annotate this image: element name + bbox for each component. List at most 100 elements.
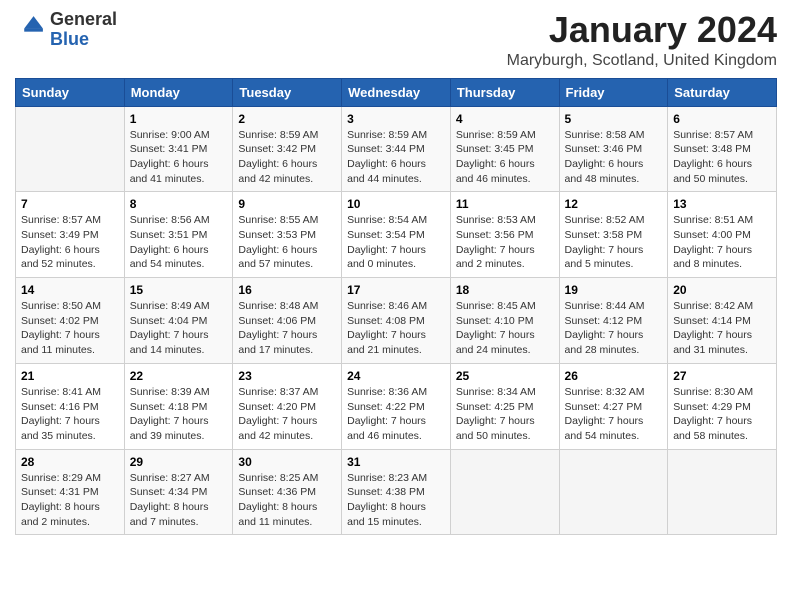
day-cell: 16 Sunrise: 8:48 AMSunset: 4:06 PMDayligh… [233, 278, 342, 364]
day-cell: 23Sunrise: 8:37 AMSunset: 4:20 PMDayligh… [233, 363, 342, 449]
day-number: 9 [238, 197, 336, 211]
day-cell: 1Sunrise: 9:00 AMSunset: 3:41 PMDaylight… [124, 106, 233, 192]
day-info: Sunrise: 8:34 AMSunset: 4:25 PMDaylight:… [456, 385, 554, 444]
day-cell: 26 Sunrise: 8:32 AMSunset: 4:27 PMDayligh… [559, 363, 668, 449]
day-info: Sunrise: 8:59 AMSunset: 3:42 PMDaylight:… [238, 128, 336, 187]
day-cell: 12 Sunrise: 8:52 AMSunset: 3:58 PMDayligh… [559, 192, 668, 278]
logo-icon [18, 13, 46, 41]
day-cell: 7 Sunrise: 8:57 AMSunset: 3:49 PMDaylight… [16, 192, 125, 278]
day-number: 15 [130, 283, 228, 297]
header-thursday: Thursday [450, 78, 559, 106]
day-number: 5 [565, 112, 663, 126]
day-number: 12 [565, 197, 663, 211]
day-info: Sunrise: 8:27 AMSunset: 4:34 PMDaylight:… [130, 471, 228, 530]
day-info: Sunrise: 8:23 AMSunset: 4:38 PMDaylight:… [347, 471, 445, 530]
day-number: 4 [456, 112, 554, 126]
header-wednesday: Wednesday [342, 78, 451, 106]
day-info: Sunrise: 8:55 AMSunset: 3:53 PMDaylight:… [238, 213, 336, 272]
day-cell [450, 449, 559, 535]
day-cell [559, 449, 668, 535]
day-info: Sunrise: 8:53 AMSunset: 3:56 PMDaylight:… [456, 213, 554, 272]
day-cell: 5 Sunrise: 8:58 AMSunset: 3:46 PMDaylight… [559, 106, 668, 192]
day-number: 29 [130, 455, 228, 469]
week-row-4: 21 Sunrise: 8:41 AMSunset: 4:16 PMDayligh… [16, 363, 777, 449]
day-info: Sunrise: 8:37 AMSunset: 4:20 PMDaylight:… [238, 385, 336, 444]
day-info: Sunrise: 8:57 AMSunset: 3:48 PMDaylight:… [673, 128, 771, 187]
day-number: 25 [456, 369, 554, 383]
day-cell: 14 Sunrise: 8:50 AMSunset: 4:02 PMDayligh… [16, 278, 125, 364]
day-info: Sunrise: 8:58 AMSunset: 3:46 PMDaylight:… [565, 128, 663, 187]
day-cell: 8Sunrise: 8:56 AMSunset: 3:51 PMDaylight… [124, 192, 233, 278]
day-info: Sunrise: 8:50 AMSunset: 4:02 PMDaylight:… [21, 299, 119, 358]
day-info: Sunrise: 8:48 AMSunset: 4:06 PMDaylight:… [238, 299, 336, 358]
day-info: Sunrise: 8:51 AMSunset: 4:00 PMDaylight:… [673, 213, 771, 272]
day-number: 17 [347, 283, 445, 297]
day-info: Sunrise: 8:32 AMSunset: 4:27 PMDaylight:… [565, 385, 663, 444]
week-row-5: 28Sunrise: 8:29 AMSunset: 4:31 PMDayligh… [16, 449, 777, 535]
day-number: 19 [565, 283, 663, 297]
day-number: 10 [347, 197, 445, 211]
day-number: 27 [673, 369, 771, 383]
day-number: 24 [347, 369, 445, 383]
day-info: Sunrise: 8:25 AMSunset: 4:36 PMDaylight:… [238, 471, 336, 530]
title-block: January 2024 Maryburgh, Scotland, United… [507, 10, 777, 70]
page-header: General Blue January 2024 Maryburgh, Sco… [15, 10, 777, 70]
day-cell: 21 Sunrise: 8:41 AMSunset: 4:16 PMDayligh… [16, 363, 125, 449]
day-cell: 6 Sunrise: 8:57 AMSunset: 3:48 PMDaylight… [668, 106, 777, 192]
day-info: Sunrise: 8:59 AMSunset: 3:44 PMDaylight:… [347, 128, 445, 187]
day-number: 1 [130, 112, 228, 126]
day-cell: 20Sunrise: 8:42 AMSunset: 4:14 PMDayligh… [668, 278, 777, 364]
day-cell: 28Sunrise: 8:29 AMSunset: 4:31 PMDayligh… [16, 449, 125, 535]
day-cell: 13 Sunrise: 8:51 AMSunset: 4:00 PMDayligh… [668, 192, 777, 278]
day-number: 6 [673, 112, 771, 126]
header-tuesday: Tuesday [233, 78, 342, 106]
day-number: 22 [130, 369, 228, 383]
day-number: 31 [347, 455, 445, 469]
calendar-body: 1Sunrise: 9:00 AMSunset: 3:41 PMDaylight… [16, 106, 777, 535]
day-number: 11 [456, 197, 554, 211]
day-number: 14 [21, 283, 119, 297]
day-cell: 29 Sunrise: 8:27 AMSunset: 4:34 PMDayligh… [124, 449, 233, 535]
day-cell: 22Sunrise: 8:39 AMSunset: 4:18 PMDayligh… [124, 363, 233, 449]
day-cell: 24 Sunrise: 8:36 AMSunset: 4:22 PMDayligh… [342, 363, 451, 449]
day-info: Sunrise: 8:41 AMSunset: 4:16 PMDaylight:… [21, 385, 119, 444]
header-friday: Friday [559, 78, 668, 106]
day-number: 30 [238, 455, 336, 469]
day-info: Sunrise: 8:54 AMSunset: 3:54 PMDaylight:… [347, 213, 445, 272]
day-info: Sunrise: 8:56 AMSunset: 3:51 PMDaylight:… [130, 213, 228, 272]
day-info: Sunrise: 8:46 AMSunset: 4:08 PMDaylight:… [347, 299, 445, 358]
day-cell: 9 Sunrise: 8:55 AMSunset: 3:53 PMDaylight… [233, 192, 342, 278]
day-info: Sunrise: 8:30 AMSunset: 4:29 PMDaylight:… [673, 385, 771, 444]
day-cell: 4Sunrise: 8:59 AMSunset: 3:45 PMDaylight… [450, 106, 559, 192]
day-info: Sunrise: 8:49 AMSunset: 4:04 PMDaylight:… [130, 299, 228, 358]
calendar-header: Sunday Monday Tuesday Wednesday Thursday… [16, 78, 777, 106]
day-cell: 17 Sunrise: 8:46 AMSunset: 4:08 PMDayligh… [342, 278, 451, 364]
day-info: Sunrise: 8:36 AMSunset: 4:22 PMDaylight:… [347, 385, 445, 444]
day-cell: 2Sunrise: 8:59 AMSunset: 3:42 PMDaylight… [233, 106, 342, 192]
day-info: Sunrise: 8:52 AMSunset: 3:58 PMDaylight:… [565, 213, 663, 272]
day-cell: 15 Sunrise: 8:49 AMSunset: 4:04 PMDayligh… [124, 278, 233, 364]
day-number: 26 [565, 369, 663, 383]
location-subtitle: Maryburgh, Scotland, United Kingdom [507, 52, 777, 70]
day-info: Sunrise: 8:44 AMSunset: 4:12 PMDaylight:… [565, 299, 663, 358]
logo-blue-text: Blue [50, 29, 89, 49]
day-cell: 30 Sunrise: 8:25 AMSunset: 4:36 PMDayligh… [233, 449, 342, 535]
day-cell: 3 Sunrise: 8:59 AMSunset: 3:44 PMDaylight… [342, 106, 451, 192]
day-cell: 11 Sunrise: 8:53 AMSunset: 3:56 PMDayligh… [450, 192, 559, 278]
day-number: 21 [21, 369, 119, 383]
month-title: January 2024 [507, 10, 777, 50]
day-number: 28 [21, 455, 119, 469]
day-info: Sunrise: 8:45 AMSunset: 4:10 PMDaylight:… [456, 299, 554, 358]
header-sunday: Sunday [16, 78, 125, 106]
day-number: 13 [673, 197, 771, 211]
day-number: 18 [456, 283, 554, 297]
week-row-2: 7 Sunrise: 8:57 AMSunset: 3:49 PMDaylight… [16, 192, 777, 278]
day-number: 7 [21, 197, 119, 211]
day-number: 3 [347, 112, 445, 126]
day-cell: 19 Sunrise: 8:44 AMSunset: 4:12 PMDayligh… [559, 278, 668, 364]
logo-general-text: General [50, 9, 117, 29]
header-monday: Monday [124, 78, 233, 106]
day-info: Sunrise: 8:57 AMSunset: 3:49 PMDaylight:… [21, 213, 119, 272]
day-number: 16 [238, 283, 336, 297]
day-cell: 31 Sunrise: 8:23 AMSunset: 4:38 PMDayligh… [342, 449, 451, 535]
